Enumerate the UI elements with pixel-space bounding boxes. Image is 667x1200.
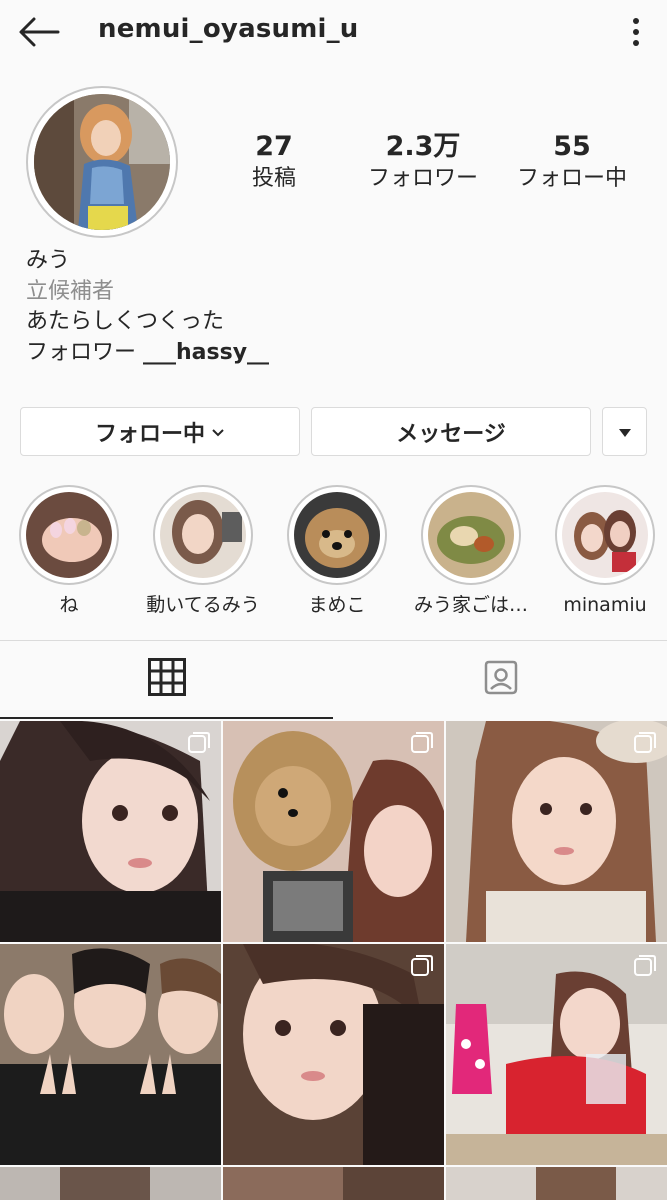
avatar-image bbox=[34, 94, 170, 230]
highlight-image bbox=[160, 492, 246, 578]
message-button-label: メッセージ bbox=[396, 421, 506, 447]
carousel-icon bbox=[633, 954, 657, 978]
posts-grid bbox=[0, 721, 667, 1200]
highlight-image bbox=[562, 492, 648, 578]
post-thumbnail[interactable] bbox=[0, 721, 221, 942]
following-button-label: フォロー中 bbox=[94, 421, 205, 447]
posts-count: 27 投稿 bbox=[232, 130, 316, 194]
following-count-label: フォロー中 bbox=[516, 166, 627, 191]
post-thumbnail[interactable] bbox=[0, 1167, 221, 1200]
bio-line-2-prefix: フォロワー bbox=[26, 339, 143, 365]
highlight-label: みう家ごは… bbox=[413, 594, 528, 616]
highlight-ring bbox=[555, 485, 655, 585]
top-bar: nemui_oyasumi_u bbox=[0, 0, 667, 66]
highlight-image bbox=[428, 492, 514, 578]
bio-mention-link[interactable]: ___hassy__ bbox=[143, 340, 269, 365]
highlight-item[interactable]: ね bbox=[0, 485, 144, 617]
highlight-label: ね bbox=[59, 594, 79, 616]
following-button[interactable]: フォロー中 bbox=[20, 407, 300, 456]
post-thumbnail[interactable] bbox=[446, 1167, 667, 1200]
highlight-image bbox=[26, 492, 112, 578]
post-thumbnail[interactable] bbox=[446, 944, 667, 1165]
profile-avatar[interactable] bbox=[26, 86, 178, 238]
story-highlights: ね 動いてるみう まめこ みう家ごは… minamiu bbox=[0, 485, 667, 625]
highlight-item[interactable]: 動いてるみう bbox=[128, 485, 278, 617]
triangle-down-icon bbox=[618, 419, 632, 444]
bio-line-2: フォロワー ___hassy__ bbox=[26, 338, 626, 369]
highlight-label: 動いてるみう bbox=[146, 594, 260, 616]
post-thumbnail[interactable] bbox=[0, 944, 221, 1165]
highlight-item[interactable]: まめこ bbox=[262, 485, 412, 617]
post-thumbnail[interactable] bbox=[223, 1167, 444, 1200]
profile-tabs bbox=[0, 641, 667, 719]
bio-line-1: あたらしくつくった bbox=[26, 309, 225, 334]
following-count-value: 55 bbox=[553, 131, 591, 162]
carousel-icon bbox=[633, 731, 657, 755]
profile-category: 立候補者 bbox=[26, 278, 115, 304]
back-arrow-icon[interactable] bbox=[18, 14, 60, 50]
tab-tagged[interactable] bbox=[334, 641, 667, 719]
followers-count-value: 2.3万 bbox=[385, 131, 461, 162]
more-options-icon[interactable] bbox=[622, 14, 650, 50]
post-thumbnail[interactable] bbox=[223, 944, 444, 1165]
highlight-ring bbox=[421, 485, 521, 585]
highlight-ring bbox=[153, 485, 253, 585]
post-thumbnail[interactable] bbox=[446, 721, 667, 942]
tagged-person-icon bbox=[482, 659, 520, 701]
followers-count[interactable]: 2.3万 フォロワー bbox=[356, 130, 490, 194]
suggested-accounts-button[interactable] bbox=[602, 407, 647, 456]
chevron-down-icon bbox=[211, 419, 225, 444]
highlight-item[interactable]: minamiu bbox=[530, 485, 667, 617]
highlight-label: minamiu bbox=[563, 594, 647, 616]
grid-icon bbox=[147, 658, 186, 700]
highlight-image bbox=[294, 492, 380, 578]
following-count[interactable]: 55 フォロー中 bbox=[508, 130, 636, 194]
post-thumbnail[interactable] bbox=[223, 721, 444, 942]
profile-username: nemui_oyasumi_u bbox=[98, 14, 359, 44]
carousel-icon bbox=[410, 954, 434, 978]
highlight-label: まめこ bbox=[308, 594, 366, 616]
profile-bio: みう 立候補者 あたらしくつくった フォロワー ___hassy__ bbox=[26, 246, 626, 368]
message-button[interactable]: メッセージ bbox=[311, 407, 591, 456]
posts-count-label: 投稿 bbox=[251, 166, 296, 191]
highlight-ring bbox=[19, 485, 119, 585]
carousel-icon bbox=[410, 731, 434, 755]
display-name: みう bbox=[26, 248, 71, 273]
tab-grid[interactable] bbox=[0, 641, 333, 719]
highlight-ring bbox=[287, 485, 387, 585]
followers-count-label: フォロワー bbox=[367, 166, 478, 191]
carousel-icon bbox=[187, 731, 211, 755]
highlight-item[interactable]: みう家ごは… bbox=[396, 485, 546, 617]
posts-count-value: 27 bbox=[255, 131, 293, 162]
